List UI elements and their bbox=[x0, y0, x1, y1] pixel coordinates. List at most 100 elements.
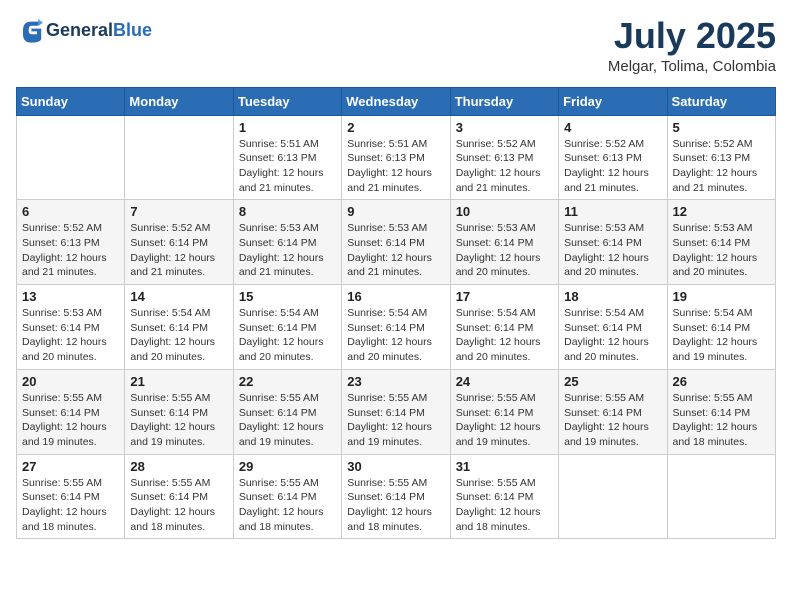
calendar-cell: 14 Sunrise: 5:54 AM Sunset: 6:14 PM Dayli… bbox=[125, 285, 233, 370]
calendar-cell: 24 Sunrise: 5:55 AM Sunset: 6:14 PM Dayli… bbox=[450, 369, 558, 454]
calendar-cell: 23 Sunrise: 5:55 AM Sunset: 6:14 PM Dayli… bbox=[342, 369, 450, 454]
day-number: 8 bbox=[239, 204, 336, 219]
day-number: 28 bbox=[130, 459, 227, 474]
logo-blue: Blue bbox=[113, 20, 152, 40]
calendar-cell: 8 Sunrise: 5:53 AM Sunset: 6:14 PM Daylig… bbox=[233, 200, 341, 285]
day-number: 6 bbox=[22, 204, 119, 219]
day-info: Sunrise: 5:54 AM Sunset: 6:14 PM Dayligh… bbox=[564, 306, 661, 365]
calendar-cell: 5 Sunrise: 5:52 AM Sunset: 6:13 PM Daylig… bbox=[667, 115, 775, 200]
day-info: Sunrise: 5:54 AM Sunset: 6:14 PM Dayligh… bbox=[239, 306, 336, 365]
header-friday: Friday bbox=[559, 87, 667, 115]
calendar-cell: 18 Sunrise: 5:54 AM Sunset: 6:14 PM Dayli… bbox=[559, 285, 667, 370]
page-header: GeneralBlue July 2025 Melgar, Tolima, Co… bbox=[16, 16, 776, 75]
day-number: 27 bbox=[22, 459, 119, 474]
calendar-title: July 2025 bbox=[608, 16, 776, 56]
day-info: Sunrise: 5:55 AM Sunset: 6:14 PM Dayligh… bbox=[673, 391, 770, 450]
day-number: 22 bbox=[239, 374, 336, 389]
day-info: Sunrise: 5:53 AM Sunset: 6:14 PM Dayligh… bbox=[239, 221, 336, 280]
week-row-3: 13 Sunrise: 5:53 AM Sunset: 6:14 PM Dayli… bbox=[17, 285, 776, 370]
day-info: Sunrise: 5:52 AM Sunset: 6:13 PM Dayligh… bbox=[22, 221, 119, 280]
calendar-cell: 16 Sunrise: 5:54 AM Sunset: 6:14 PM Dayli… bbox=[342, 285, 450, 370]
day-info: Sunrise: 5:52 AM Sunset: 6:13 PM Dayligh… bbox=[673, 137, 770, 196]
day-info: Sunrise: 5:53 AM Sunset: 6:14 PM Dayligh… bbox=[22, 306, 119, 365]
day-number: 5 bbox=[673, 120, 770, 135]
day-info: Sunrise: 5:55 AM Sunset: 6:14 PM Dayligh… bbox=[564, 391, 661, 450]
day-number: 20 bbox=[22, 374, 119, 389]
day-info: Sunrise: 5:55 AM Sunset: 6:14 PM Dayligh… bbox=[347, 391, 444, 450]
calendar-cell: 30 Sunrise: 5:55 AM Sunset: 6:14 PM Dayli… bbox=[342, 454, 450, 539]
header-wednesday: Wednesday bbox=[342, 87, 450, 115]
header-tuesday: Tuesday bbox=[233, 87, 341, 115]
day-info: Sunrise: 5:52 AM Sunset: 6:13 PM Dayligh… bbox=[564, 137, 661, 196]
day-info: Sunrise: 5:52 AM Sunset: 6:14 PM Dayligh… bbox=[130, 221, 227, 280]
calendar-cell: 13 Sunrise: 5:53 AM Sunset: 6:14 PM Dayli… bbox=[17, 285, 125, 370]
day-number: 23 bbox=[347, 374, 444, 389]
day-number: 14 bbox=[130, 289, 227, 304]
day-info: Sunrise: 5:52 AM Sunset: 6:13 PM Dayligh… bbox=[456, 137, 553, 196]
calendar-cell: 15 Sunrise: 5:54 AM Sunset: 6:14 PM Dayli… bbox=[233, 285, 341, 370]
day-info: Sunrise: 5:55 AM Sunset: 6:14 PM Dayligh… bbox=[347, 476, 444, 535]
day-number: 3 bbox=[456, 120, 553, 135]
week-row-2: 6 Sunrise: 5:52 AM Sunset: 6:13 PM Daylig… bbox=[17, 200, 776, 285]
logo: GeneralBlue bbox=[16, 16, 152, 44]
logo-text: GeneralBlue bbox=[46, 20, 152, 41]
calendar-cell bbox=[17, 115, 125, 200]
day-number: 29 bbox=[239, 459, 336, 474]
calendar-cell: 3 Sunrise: 5:52 AM Sunset: 6:13 PM Daylig… bbox=[450, 115, 558, 200]
day-number: 26 bbox=[673, 374, 770, 389]
calendar-cell: 25Sunrise: 5:55 AM Sunset: 6:14 PM Dayli… bbox=[559, 369, 667, 454]
calendar-cell: 31Sunrise: 5:55 AM Sunset: 6:14 PM Dayli… bbox=[450, 454, 558, 539]
calendar-cell: 11Sunrise: 5:53 AM Sunset: 6:14 PM Dayli… bbox=[559, 200, 667, 285]
day-number: 1 bbox=[239, 120, 336, 135]
day-info: Sunrise: 5:55 AM Sunset: 6:14 PM Dayligh… bbox=[22, 476, 119, 535]
day-number: 13 bbox=[22, 289, 119, 304]
day-number: 10 bbox=[456, 204, 553, 219]
day-info: Sunrise: 5:53 AM Sunset: 6:14 PM Dayligh… bbox=[673, 221, 770, 280]
week-row-4: 20 Sunrise: 5:55 AM Sunset: 6:14 PM Dayli… bbox=[17, 369, 776, 454]
day-info: Sunrise: 5:54 AM Sunset: 6:14 PM Dayligh… bbox=[456, 306, 553, 365]
header-thursday: Thursday bbox=[450, 87, 558, 115]
calendar-cell: 20Sunrise: 5:55 AM Sunset: 6:14 PM Dayli… bbox=[17, 369, 125, 454]
calendar-cell: 9Sunrise: 5:53 AM Sunset: 6:14 PM Daylig… bbox=[342, 200, 450, 285]
day-number: 16 bbox=[347, 289, 444, 304]
calendar-header-row: SundayMondayTuesdayWednesdayThursdayFrid… bbox=[17, 87, 776, 115]
day-info: Sunrise: 5:54 AM Sunset: 6:14 PM Dayligh… bbox=[347, 306, 444, 365]
calendar-cell: 2 Sunrise: 5:51 AM Sunset: 6:13 PM Daylig… bbox=[342, 115, 450, 200]
day-info: Sunrise: 5:53 AM Sunset: 6:14 PM Dayligh… bbox=[564, 221, 661, 280]
day-number: 30 bbox=[347, 459, 444, 474]
day-number: 12 bbox=[673, 204, 770, 219]
day-info: Sunrise: 5:55 AM Sunset: 6:14 PM Dayligh… bbox=[456, 476, 553, 535]
day-number: 4 bbox=[564, 120, 661, 135]
day-info: Sunrise: 5:55 AM Sunset: 6:14 PM Dayligh… bbox=[130, 391, 227, 450]
header-saturday: Saturday bbox=[667, 87, 775, 115]
day-info: Sunrise: 5:53 AM Sunset: 6:14 PM Dayligh… bbox=[347, 221, 444, 280]
day-info: Sunrise: 5:53 AM Sunset: 6:14 PM Dayligh… bbox=[456, 221, 553, 280]
day-info: Sunrise: 5:55 AM Sunset: 6:14 PM Dayligh… bbox=[456, 391, 553, 450]
day-info: Sunrise: 5:51 AM Sunset: 6:13 PM Dayligh… bbox=[239, 137, 336, 196]
logo-general: General bbox=[46, 20, 113, 40]
day-number: 18 bbox=[564, 289, 661, 304]
calendar-cell: 6 Sunrise: 5:52 AM Sunset: 6:13 PM Daylig… bbox=[17, 200, 125, 285]
calendar-cell: 10 Sunrise: 5:53 AM Sunset: 6:14 PM Dayli… bbox=[450, 200, 558, 285]
day-info: Sunrise: 5:51 AM Sunset: 6:13 PM Dayligh… bbox=[347, 137, 444, 196]
calendar-cell bbox=[559, 454, 667, 539]
calendar-cell: 7Sunrise: 5:52 AM Sunset: 6:14 PM Daylig… bbox=[125, 200, 233, 285]
day-info: Sunrise: 5:55 AM Sunset: 6:14 PM Dayligh… bbox=[239, 476, 336, 535]
day-info: Sunrise: 5:55 AM Sunset: 6:14 PM Dayligh… bbox=[239, 391, 336, 450]
week-row-5: 27 Sunrise: 5:55 AM Sunset: 6:14 PM Dayli… bbox=[17, 454, 776, 539]
header-monday: Monday bbox=[125, 87, 233, 115]
day-number: 15 bbox=[239, 289, 336, 304]
calendar-cell: 1 Sunrise: 5:51 AM Sunset: 6:13 PM Daylig… bbox=[233, 115, 341, 200]
calendar-cell: 22 Sunrise: 5:55 AM Sunset: 6:14 PM Dayli… bbox=[233, 369, 341, 454]
calendar-table: SundayMondayTuesdayWednesdayThursdayFrid… bbox=[16, 87, 776, 540]
day-info: Sunrise: 5:54 AM Sunset: 6:14 PM Dayligh… bbox=[130, 306, 227, 365]
calendar-cell bbox=[125, 115, 233, 200]
day-number: 21 bbox=[130, 374, 227, 389]
calendar-cell: 26 Sunrise: 5:55 AM Sunset: 6:14 PM Dayli… bbox=[667, 369, 775, 454]
week-row-1: 1 Sunrise: 5:51 AM Sunset: 6:13 PM Daylig… bbox=[17, 115, 776, 200]
day-info: Sunrise: 5:55 AM Sunset: 6:14 PM Dayligh… bbox=[130, 476, 227, 535]
calendar-cell: 17Sunrise: 5:54 AM Sunset: 6:14 PM Dayli… bbox=[450, 285, 558, 370]
day-number: 24 bbox=[456, 374, 553, 389]
day-number: 19 bbox=[673, 289, 770, 304]
day-number: 2 bbox=[347, 120, 444, 135]
